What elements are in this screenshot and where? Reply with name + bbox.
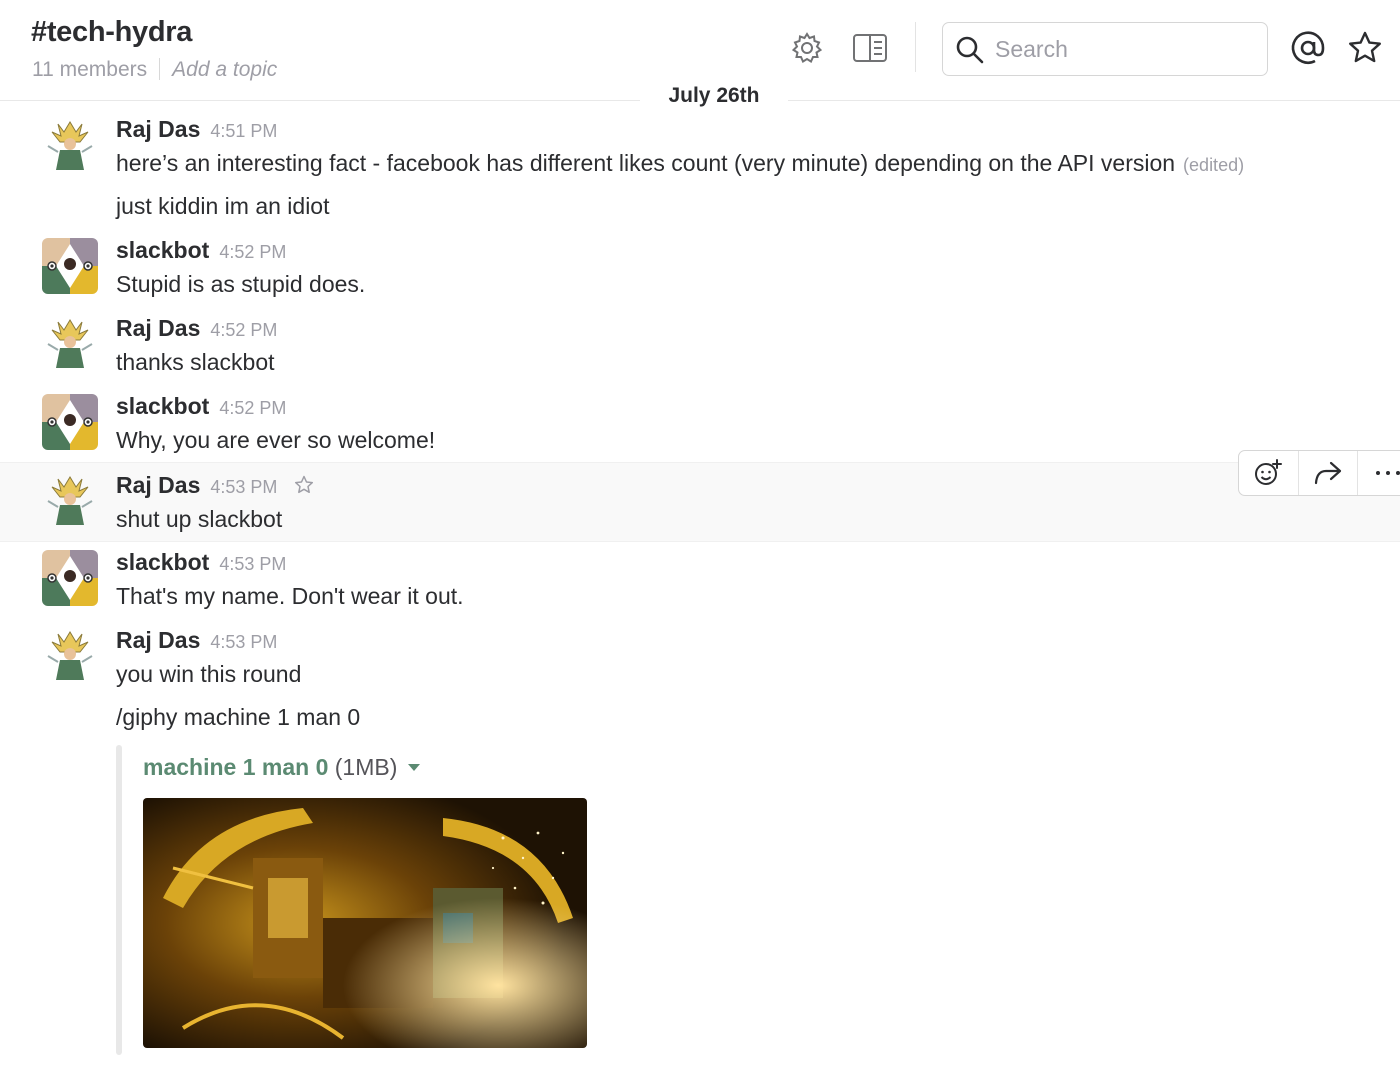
sender-name[interactable]: Raj Das bbox=[116, 472, 200, 498]
avatar[interactable] bbox=[42, 116, 98, 172]
message-sender[interactable]: Raj Das 4:51 PM bbox=[116, 116, 277, 143]
star-message-icon[interactable] bbox=[294, 474, 314, 501]
sender-name[interactable]: Raj Das bbox=[116, 116, 200, 142]
star-icon[interactable] bbox=[1345, 28, 1385, 68]
gear-icon[interactable] bbox=[787, 28, 827, 68]
message-sender[interactable]: slackbot 4:53 PM bbox=[116, 549, 286, 576]
sender-name[interactable]: Raj Das bbox=[116, 315, 200, 341]
message-text: /giphy machine 1 man 0 bbox=[116, 704, 361, 730]
sender-name[interactable]: slackbot bbox=[116, 237, 209, 263]
member-count[interactable]: 11 members bbox=[32, 58, 147, 81]
search-icon bbox=[956, 36, 984, 64]
avatar[interactable] bbox=[42, 626, 98, 682]
message-timestamp[interactable]: 4:52 PM bbox=[210, 320, 277, 340]
avatar[interactable] bbox=[42, 471, 98, 527]
search-box[interactable] bbox=[942, 22, 1268, 76]
message-text: shut up slackbot bbox=[116, 506, 283, 532]
sender-name[interactable]: slackbot bbox=[116, 549, 209, 575]
avatar[interactable] bbox=[42, 314, 98, 370]
at-mention-icon[interactable] bbox=[1288, 28, 1328, 68]
message-sender[interactable]: Raj Das 4:53 PM bbox=[116, 472, 314, 501]
attachment-size: (1MB) bbox=[334, 754, 398, 780]
message-timestamp[interactable]: 4:53 PM bbox=[219, 554, 286, 574]
attachment-title: machine 1 man 0 (1MB) bbox=[143, 751, 420, 781]
message-text: just kiddin im an idiot bbox=[116, 193, 330, 219]
message-text: That's my name. Don't wear it out. bbox=[116, 583, 464, 609]
sender-name[interactable]: Raj Das bbox=[116, 627, 200, 653]
message-row: slackbot 4:52 PM Why, you are ever so wel… bbox=[0, 388, 1400, 462]
search-input[interactable] bbox=[995, 33, 1255, 65]
slackbot-avatar[interactable] bbox=[42, 550, 98, 606]
day-divider-line bbox=[0, 100, 648, 101]
slackbot-avatar[interactable] bbox=[42, 238, 98, 294]
edited-marker: (edited) bbox=[1183, 155, 1245, 175]
message-timestamp[interactable]: 4:52 PM bbox=[219, 398, 286, 418]
message-row: slackbot 4:52 PM Stupid is as stupid does… bbox=[0, 232, 1400, 306]
message-row-hovered: Raj Das 4:53 PM shut up slackbot bbox=[0, 462, 1400, 542]
message-timestamp[interactable]: 4:51 PM bbox=[210, 121, 277, 141]
day-divider-label: July 26th bbox=[640, 84, 788, 108]
message-actions bbox=[1238, 450, 1400, 496]
message-text: thanks slackbot bbox=[116, 349, 275, 375]
message-row: Raj Das 4:51 PM here’s an interesting fac… bbox=[0, 108, 1400, 230]
message-row: Raj Das 4:52 PM thanks slackbot bbox=[0, 310, 1400, 384]
message-timestamp[interactable]: 4:53 PM bbox=[210, 477, 277, 497]
share-icon[interactable] bbox=[1299, 451, 1359, 495]
slackbot-avatar[interactable] bbox=[42, 394, 98, 450]
message-sender[interactable]: slackbot 4:52 PM bbox=[116, 393, 286, 420]
message-sender[interactable]: slackbot 4:52 PM bbox=[116, 237, 286, 264]
message-timestamp[interactable]: 4:53 PM bbox=[210, 632, 277, 652]
add-reaction-icon[interactable] bbox=[1239, 451, 1299, 495]
header-divider bbox=[915, 22, 916, 72]
message-text: here’s an interesting fact - facebook ha… bbox=[116, 150, 1244, 177]
message-text: Stupid is as stupid does. bbox=[116, 271, 366, 297]
channel-name[interactable]: #tech-hydra bbox=[31, 16, 192, 49]
channel-meta: 11 members Add a topic bbox=[32, 58, 277, 82]
chevron-down-icon[interactable] bbox=[407, 751, 420, 778]
meta-separator bbox=[159, 58, 161, 80]
sidebar-toggle-icon[interactable] bbox=[850, 28, 890, 68]
day-divider-line bbox=[780, 100, 1400, 101]
attachment-link[interactable]: machine 1 man 0 bbox=[143, 754, 328, 780]
message-body: here’s an interesting fact - facebook ha… bbox=[116, 150, 1176, 176]
giphy-image[interactable] bbox=[143, 798, 587, 1048]
message-text: Why, you are ever so welcome! bbox=[116, 427, 436, 453]
message-row: slackbot 4:53 PM That's my name. Don't we… bbox=[0, 544, 1400, 618]
message-sender[interactable]: Raj Das 4:52 PM bbox=[116, 315, 277, 342]
sender-name[interactable]: slackbot bbox=[116, 393, 209, 419]
message-timestamp[interactable]: 4:52 PM bbox=[219, 242, 286, 262]
more-actions-icon[interactable] bbox=[1358, 451, 1400, 495]
add-topic-link[interactable]: Add a topic bbox=[172, 58, 277, 81]
message-sender[interactable]: Raj Das 4:53 PM bbox=[116, 627, 277, 654]
attachment-bar bbox=[116, 745, 122, 1055]
message-text: you win this round bbox=[116, 661, 302, 687]
